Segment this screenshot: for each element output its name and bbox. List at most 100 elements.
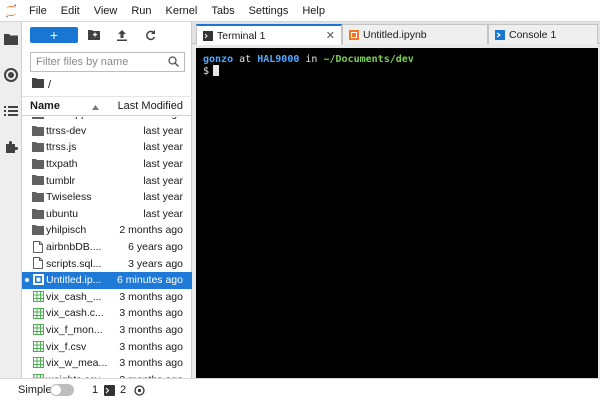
file-name: vix_w_mea... <box>46 357 108 370</box>
file-modified: last year <box>143 191 183 204</box>
kernel-count[interactable]: 1 <box>92 384 98 396</box>
menu-run[interactable]: Run <box>124 0 158 22</box>
spreadsheet-icon <box>32 291 44 303</box>
file-browser-toolbar: + <box>22 22 192 48</box>
file-name: yhilpisch <box>46 224 87 237</box>
menu-view[interactable]: View <box>87 0 125 22</box>
file-row[interactable]: vix_f_mon... 3 months ago <box>22 322 192 339</box>
folder-icon <box>32 191 44 203</box>
file-modified: 3 months ago <box>119 357 183 370</box>
file-row[interactable]: Untitled.ip... 6 minutes ago <box>22 271 192 289</box>
terminal-count[interactable]: 2 <box>120 384 126 396</box>
menu-settings[interactable]: Settings <box>242 0 296 22</box>
file-row[interactable]: ubuntu last year <box>22 206 192 223</box>
file-modified: last year <box>143 158 183 171</box>
file-modified: 2 months ago <box>119 117 183 120</box>
menu-edit[interactable]: Edit <box>54 0 87 22</box>
file-row[interactable]: ttrss.js last year <box>22 139 192 156</box>
terminal-input-line[interactable]: $ <box>203 65 591 77</box>
tab-bar: Terminal 1 ✕ Untitled.ipynb Console 1 <box>192 22 600 45</box>
file-list-header: Name Last Modified <box>22 96 192 116</box>
file-row[interactable]: Twiseless last year <box>22 189 192 206</box>
tab-console-1[interactable]: Console 1 <box>488 24 598 44</box>
search-icon <box>168 56 180 70</box>
file-row[interactable]: vix_cash.c... 3 months ago <box>22 305 192 322</box>
tab-untitled-notebook[interactable]: Untitled.ipynb <box>342 24 488 44</box>
folder-icon <box>32 141 44 153</box>
file-modified: 3 months ago <box>119 340 183 353</box>
file-name: airbnbDB.... <box>46 241 102 254</box>
file-row[interactable]: vix_cash_... 3 months ago <box>22 289 192 306</box>
terminal-cursor <box>213 65 220 76</box>
folder-icon <box>32 125 44 137</box>
file-row[interactable]: vix_f.csv 3 months ago <box>22 338 192 355</box>
file-row[interactable]: yhilpisch 2 months ago <box>22 222 192 239</box>
file-modified: 3 months ago <box>119 324 183 337</box>
file-name: vix_f.csv <box>46 340 87 353</box>
file-modified: 3 months ago <box>119 290 183 303</box>
file-row[interactable]: airbnbDB.... 6 years ago <box>22 239 192 256</box>
terminal-prompt-line: gonzo at HAL9000 in ~/Documents/dev <box>203 54 591 65</box>
running-sessions-icon[interactable] <box>2 66 20 84</box>
column-last-modified[interactable]: Last Modified <box>118 100 183 112</box>
file-name: ttxpath <box>46 158 78 171</box>
file-name: vix_f_mon... <box>46 324 103 337</box>
extension-puzzle-icon[interactable] <box>2 138 20 156</box>
new-folder-icon[interactable] <box>86 27 102 43</box>
menu-file[interactable]: File <box>22 0 54 22</box>
tab-label: Console 1 <box>509 28 557 41</box>
terminal-panel[interactable]: gonzo at HAL9000 in ~/Documents/dev $ <box>196 48 598 378</box>
folder-icon <box>32 158 44 170</box>
column-name[interactable]: Name <box>30 100 60 112</box>
filter-input[interactable] <box>31 56 161 68</box>
terminal-in: in <box>305 54 318 65</box>
file-row[interactable]: scripts.sql... 3 years ago <box>22 255 192 272</box>
file-name: scripts.sql... <box>46 257 102 270</box>
simple-mode-label: Simple <box>18 384 52 396</box>
tab-terminal-1[interactable]: Terminal 1 ✕ <box>196 24 342 45</box>
terminal-user: gonzo <box>203 54 234 65</box>
breadcrumb-root[interactable]: / <box>48 79 51 91</box>
file-list: ttrss-app2 months agottrss-devlast yeart… <box>22 117 192 378</box>
table-of-contents-icon[interactable] <box>2 102 20 120</box>
filter-box <box>30 52 185 72</box>
terminal-icon[interactable] <box>103 384 115 396</box>
file-row[interactable]: tumblr last year <box>22 172 192 189</box>
breadcrumb: / <box>32 78 51 91</box>
close-icon[interactable]: ✕ <box>326 29 335 42</box>
console-icon <box>495 29 505 40</box>
file-modified: last year <box>143 124 183 137</box>
terminal-host: HAL9000 <box>257 54 300 65</box>
simple-mode-toggle[interactable] <box>50 384 74 396</box>
file-modified: 3 years ago <box>128 257 183 270</box>
notebook-icon <box>349 29 359 40</box>
file-row[interactable]: vix_w_mea... 3 months ago <box>22 355 192 372</box>
terminal-at: at <box>239 54 252 65</box>
sort-caret-icon <box>92 101 99 113</box>
file-row[interactable]: ttrss-dev last year <box>22 123 192 140</box>
running-indicator <box>25 277 29 282</box>
file-name: Twiseless <box>46 191 92 204</box>
folder-icon <box>32 117 44 120</box>
file-row[interactable]: ttxpath last year <box>22 156 192 173</box>
file-name: ttrss.js <box>46 141 77 154</box>
upload-icon[interactable] <box>114 27 130 43</box>
file-modified: last year <box>143 174 183 187</box>
folder-icon <box>32 208 44 220</box>
menu-help[interactable]: Help <box>295 0 332 22</box>
refresh-icon[interactable] <box>142 27 158 43</box>
tab-label: Terminal 1 <box>217 29 266 42</box>
menu-kernel[interactable]: Kernel <box>159 0 205 22</box>
file-name: Untitled.ip... <box>46 274 102 287</box>
spreadsheet-icon <box>32 324 44 336</box>
new-launcher-button[interactable]: + <box>30 27 78 43</box>
file-modified: 6 minutes ago <box>117 274 183 287</box>
file-modified: 2 months ago <box>119 224 183 237</box>
folder-icon[interactable] <box>32 78 44 91</box>
status-bar: Simple 1 2 <box>0 378 600 400</box>
file-name: tumblr <box>46 174 76 187</box>
folder-icon[interactable] <box>2 30 20 48</box>
folder-icon <box>32 224 44 236</box>
menu-tabs[interactable]: Tabs <box>204 0 241 22</box>
kernel-status-icon[interactable] <box>133 383 145 397</box>
